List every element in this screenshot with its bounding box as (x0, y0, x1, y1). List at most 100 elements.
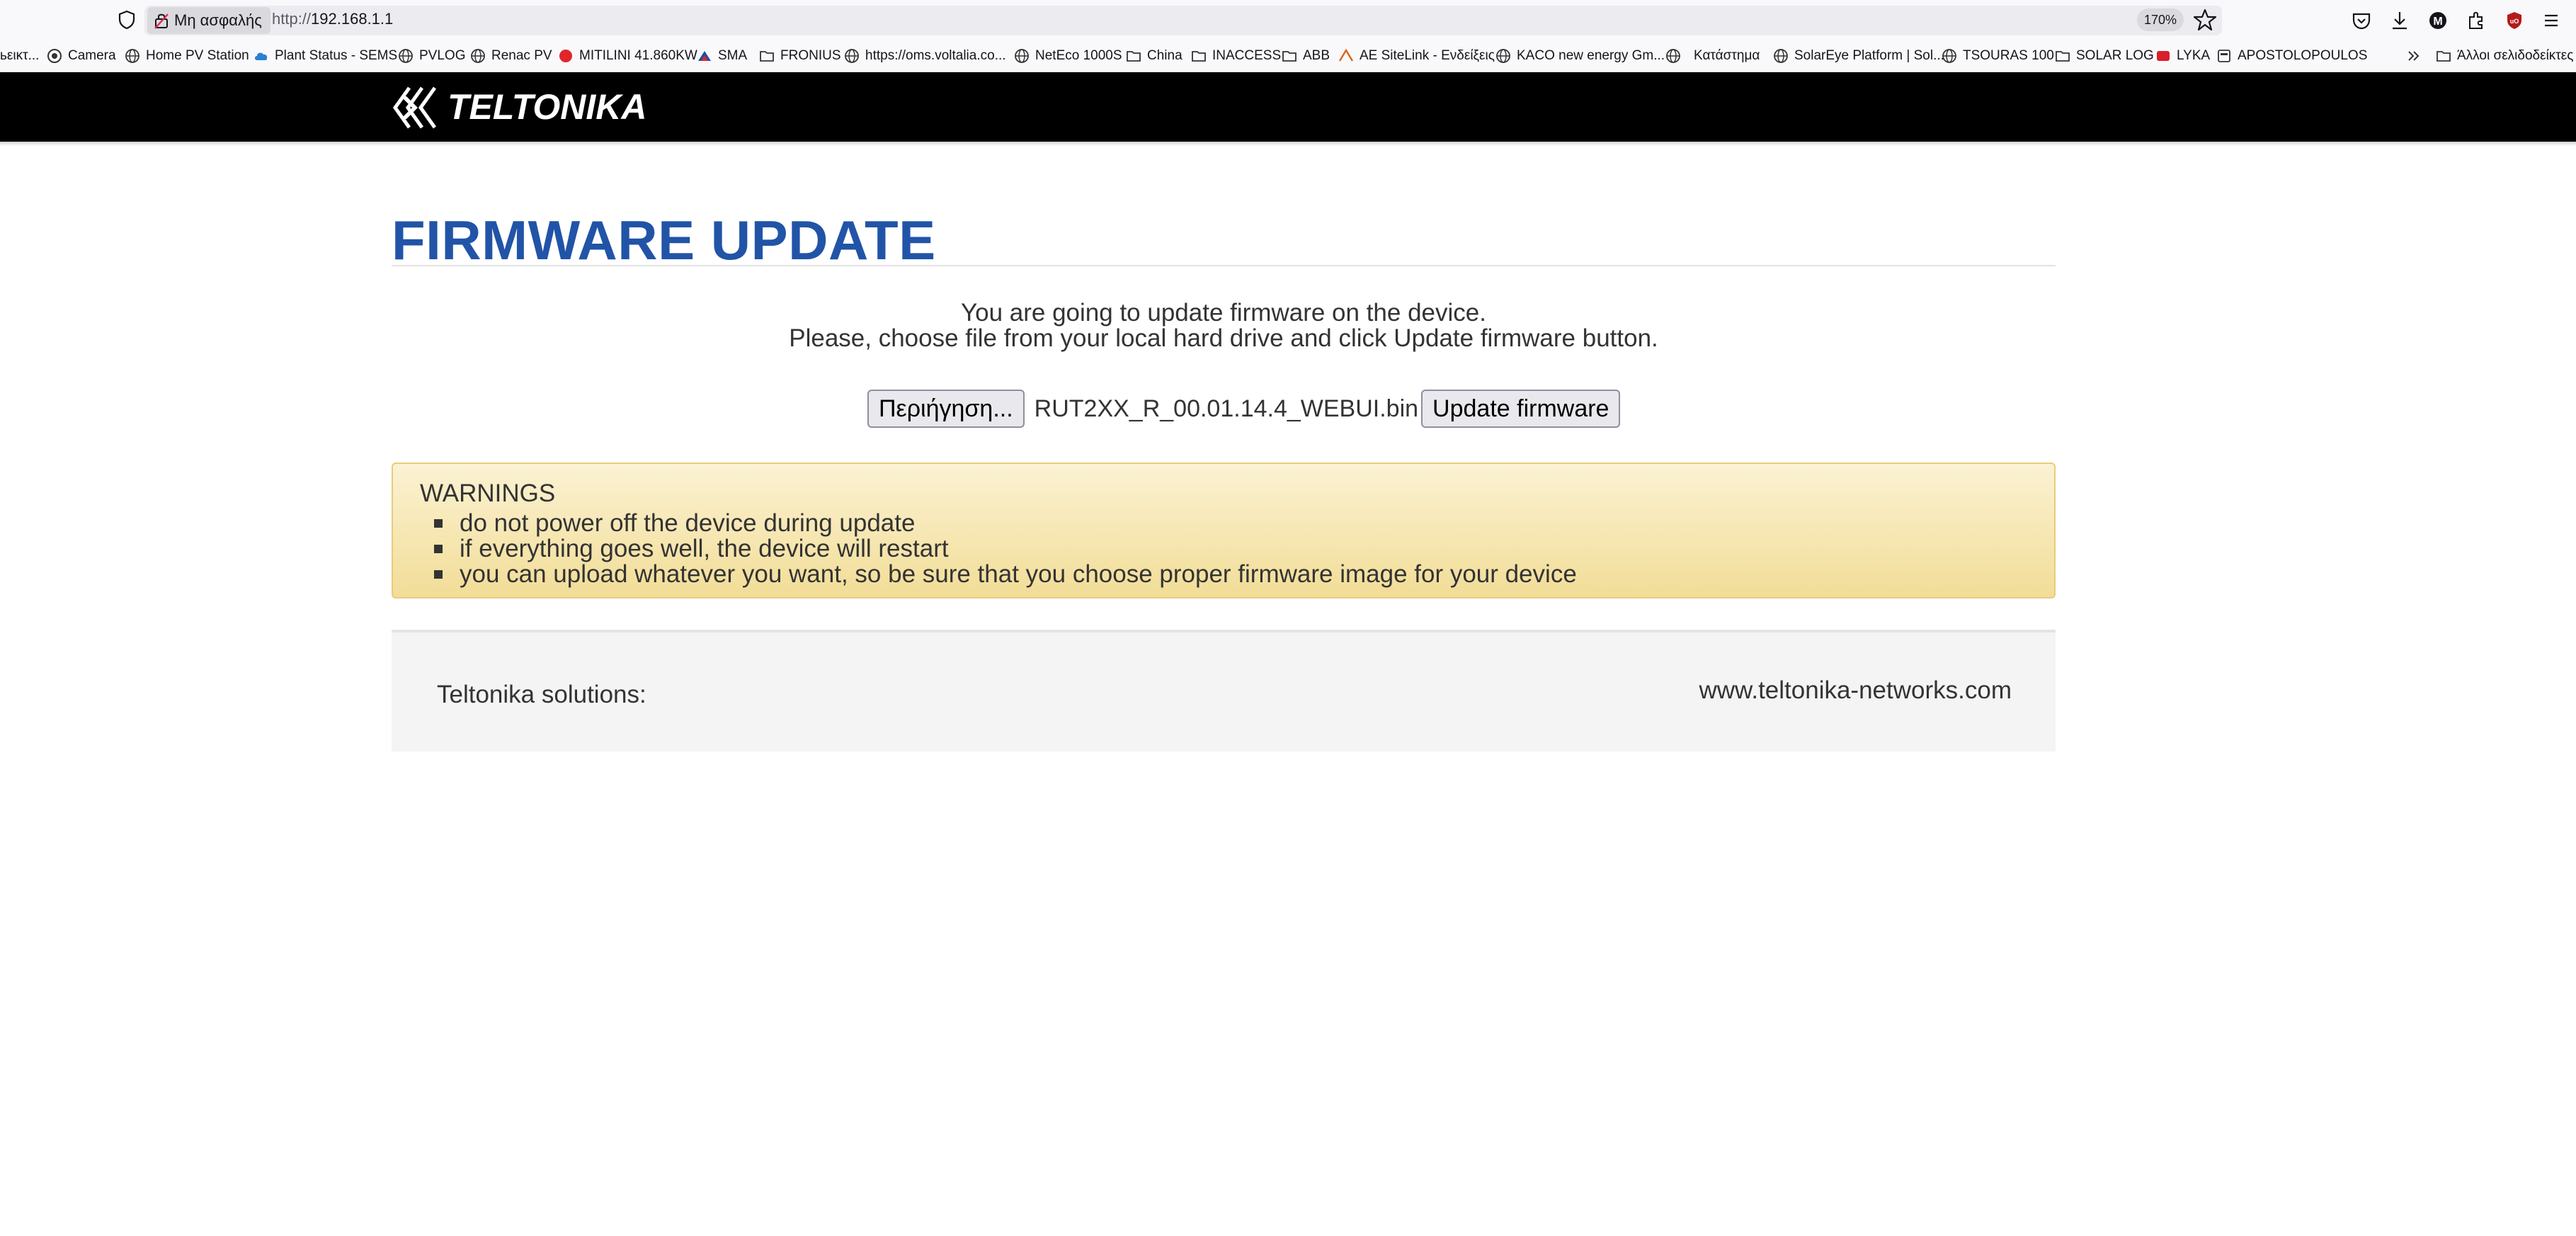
bookmark-item[interactable]: FRONIUS (759, 40, 841, 72)
bookmarks-toolbar: ьεικτ... Camera Home PV Station Plant St… (0, 40, 2576, 72)
bookmark-label: China (1147, 48, 1182, 63)
bookmark-label: NetEco 1000S (1035, 48, 1122, 63)
globe-icon (125, 49, 139, 63)
bookmark-label: Plant Status - SEMS (275, 48, 398, 63)
bookmark-label: SOLAR LOG (2076, 48, 2154, 63)
site-security-button[interactable]: Μη ασφαλής (147, 7, 270, 34)
globe-icon (1015, 49, 1029, 63)
bookmark-item[interactable]: ABB (1282, 40, 1330, 72)
bookmark-item[interactable]: LYKA (2155, 40, 2210, 72)
pocket-icon[interactable] (2349, 8, 2373, 33)
page-footer: Teltonika solutions: www.teltonika-netwo… (392, 630, 2056, 752)
globe-icon (1496, 49, 1510, 63)
bookmark-item[interactable]: SMA (697, 40, 747, 72)
extensions-icon[interactable] (2464, 8, 2488, 33)
bookmark-label: Renac PV (491, 48, 552, 63)
firmware-upload-form: Περιήγηση... RUT2XX_R_00.01.14.4_WEBUI.b… (867, 390, 1621, 428)
bookmark-item[interactable]: Camera (47, 40, 116, 72)
bookmark-label: SolarEye Platform | Sol... (1794, 48, 1944, 63)
bookmark-item[interactable]: SOLAR LOG (2055, 40, 2154, 72)
bookmark-item[interactable]: Plant Status - SEMS (253, 40, 397, 72)
bookmark-label: INACCESS (1212, 48, 1282, 63)
other-bookmarks-folder[interactable]: Άλλοι σελιδοδείκτες (2436, 40, 2573, 72)
bookmark-item[interactable]: https://oms.voltalia.co... (844, 40, 1006, 72)
camera-favicon-icon (47, 49, 62, 63)
menu-hamburger-icon[interactable] (2539, 8, 2563, 33)
url-host: 192.168.1.1 (311, 10, 394, 28)
bookmark-item[interactable]: APOSTOLOPOULOS (2216, 40, 2367, 72)
tracking-protection-icon[interactable] (118, 10, 136, 30)
bookmark-item[interactable]: SolarEye Platform | Sol... (1773, 40, 1944, 72)
svg-text:uO: uO (2510, 18, 2519, 25)
url-text[interactable]: http://192.168.1.1 (272, 10, 393, 28)
bookmark-label: KACO new energy Gm... (1517, 48, 1665, 63)
browse-file-button[interactable]: Περιήγηση... (867, 390, 1025, 428)
bookmark-label: SMA (718, 48, 748, 63)
bookmark-item[interactable]: NetEco 1000S (1014, 40, 1122, 72)
bookmark-item[interactable]: ьεικτ... (0, 40, 39, 72)
intro-line-2: Please, choose file from your local hard… (789, 324, 1658, 352)
svg-text:M: M (2433, 16, 2442, 28)
bookmark-item[interactable]: China (1126, 40, 1182, 72)
bookmark-item[interactable]: Home PV Station (125, 40, 249, 72)
folder-icon (2437, 51, 2451, 62)
security-label: Μη ασφαλής (174, 11, 262, 29)
bookmark-label: AE SiteLink - Ενδείξεις (1360, 48, 1495, 63)
bookmark-label: PVLOG (419, 48, 466, 63)
bookmarks-overflow-button[interactable] (2406, 40, 2422, 72)
bookmark-item[interactable]: AE SiteLink - Ενδείξεις (1338, 40, 1495, 72)
folder-icon (1127, 51, 1141, 62)
bookmark-label: LYKA (2177, 48, 2211, 63)
warnings-title: WARNINGS (420, 480, 556, 507)
folder-icon (1192, 51, 1206, 62)
bookmark-label: Άλλοι σελιδοδείκτες (2457, 48, 2574, 63)
site-header: TELTONIKA (0, 72, 2576, 142)
sma-favicon-icon (698, 51, 711, 61)
account-m-icon[interactable]: M (2426, 8, 2450, 33)
ae-favicon-icon (1338, 48, 1354, 62)
bookmark-item[interactable]: Κατάστημα (1665, 40, 1760, 72)
update-firmware-button[interactable]: Update firmware (1421, 390, 1621, 428)
downloads-icon[interactable] (2388, 8, 2412, 33)
selected-file-name: RUT2XX_R_00.01.14.4_WEBUI.bin (1034, 395, 1419, 422)
globe-icon (471, 49, 485, 63)
header-shadow (0, 142, 2576, 146)
bookmark-item[interactable]: KACO new energy Gm... (1495, 40, 1665, 72)
ublock-origin-icon[interactable]: uO (2502, 8, 2526, 33)
warning-item: if everything goes well, the device will… (434, 536, 2027, 562)
globe-icon (399, 49, 413, 63)
insecure-lock-icon (154, 13, 169, 29)
bookmark-star-icon[interactable] (2192, 7, 2218, 33)
warnings-list: do not power off the device during updat… (434, 511, 2027, 587)
bookmark-item[interactable]: TSOURAS 100 (1942, 40, 2054, 72)
warnings-box: WARNINGS do not power off the device dur… (392, 463, 2056, 599)
folder-icon (1282, 51, 1296, 62)
bookmark-label: MITILINI 41.860KW (579, 48, 697, 63)
bookmark-item[interactable]: PVLOG (398, 40, 465, 72)
red-circle-favicon-icon (559, 50, 572, 62)
bookmark-label: ABB (1303, 48, 1330, 63)
bookmark-item[interactable]: Renac PV (470, 40, 552, 72)
teltonika-logo[interactable]: TELTONIKA (391, 82, 674, 133)
warning-item: do not power off the device during updat… (434, 511, 2027, 536)
browser-toolbar: Μη ασφαλής http://192.168.1.1 170% M uO (0, 0, 2576, 40)
bookmark-label: Home PV Station (146, 48, 249, 63)
title-divider (392, 265, 2056, 266)
footer-website-link[interactable]: www.teltonika-networks.com (1699, 676, 2012, 705)
intro-line-1: You are going to update firmware on the … (961, 299, 1486, 327)
zoom-reset-button[interactable]: 170% (2137, 8, 2184, 31)
bookmark-label: https://oms.voltalia.co... (865, 48, 1006, 63)
address-bar[interactable] (144, 6, 2222, 35)
bookmark-label: APOSTOLOPOULOS (2238, 48, 2368, 63)
bookmark-item[interactable]: MITILINI 41.860KW (558, 40, 697, 72)
bookmark-label: Camera (68, 48, 116, 63)
bookmark-item[interactable]: INACCESS (1191, 40, 1281, 72)
chevron-double-right-icon (2408, 51, 2420, 61)
cloud-favicon-icon (255, 52, 268, 60)
url-scheme: http:// (272, 10, 312, 28)
folder-icon (2056, 51, 2070, 62)
globe-icon (845, 49, 859, 63)
folder-icon (760, 51, 774, 62)
globe-icon (1666, 49, 1680, 63)
warning-item: you can upload whatever you want, so be … (434, 562, 2027, 587)
